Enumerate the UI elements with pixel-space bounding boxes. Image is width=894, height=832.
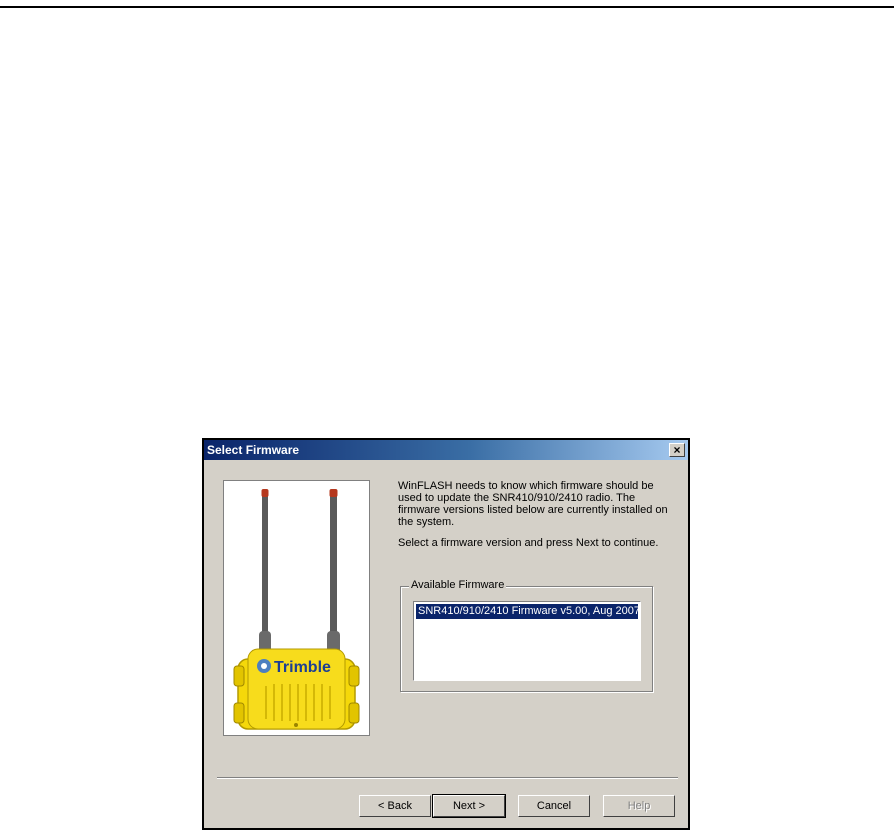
close-icon: × — [673, 443, 681, 457]
instructions-paragraph-1: WinFLASH needs to know which firmware sh… — [398, 480, 668, 528]
instructions-text: WinFLASH needs to know which firmware sh… — [398, 480, 678, 549]
next-button[interactable]: Next > — [432, 794, 506, 818]
product-image-panel: Trimble — [223, 480, 370, 736]
antenna-left-tip — [261, 489, 269, 497]
firmware-list-item[interactable]: SNR410/910/2410 Firmware v5.00, Aug 2007 — [416, 604, 640, 619]
available-firmware-group: Available Firmware SNR410/910/2410 Firmw… — [400, 579, 653, 692]
select-firmware-dialog: Select Firmware × Trimble WinFLASH needs… — [202, 438, 690, 830]
title-bar[interactable]: Select Firmware × — [204, 440, 688, 460]
close-button[interactable]: × — [669, 443, 685, 457]
antenna-right-tip — [329, 489, 338, 497]
cancel-button[interactable]: Cancel — [518, 795, 590, 817]
dialog-title: Select Firmware — [207, 443, 300, 457]
brand-logo-text: Trimble — [274, 659, 331, 676]
page-top-rule — [0, 6, 894, 8]
button-separator — [217, 777, 678, 779]
help-button[interactable]: Help — [603, 795, 675, 817]
radio-product-illustration: Trimble — [233, 489, 360, 730]
instructions-paragraph-2: Select a firmware version and press Next… — [398, 537, 659, 549]
back-button[interactable]: < Back — [359, 795, 431, 817]
available-firmware-label: Available Firmware — [409, 579, 507, 591]
firmware-listbox[interactable]: SNR410/910/2410 Firmware v5.00, Aug 2007 — [413, 601, 641, 681]
